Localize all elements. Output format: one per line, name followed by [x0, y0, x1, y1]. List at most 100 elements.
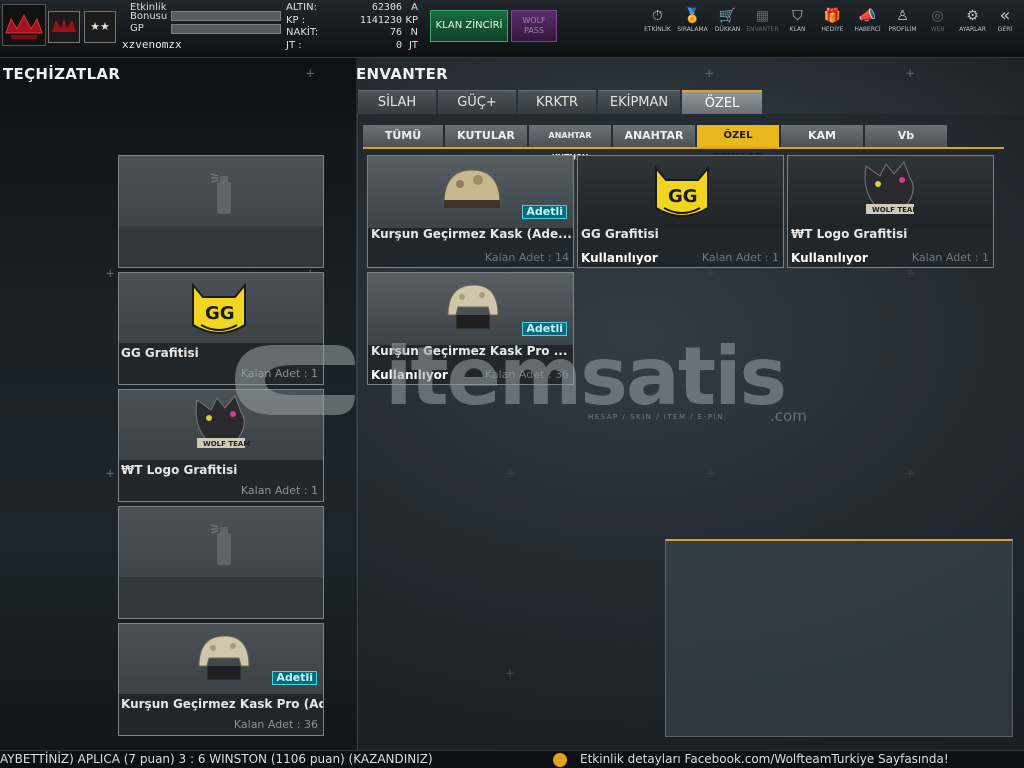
subtab-kam[interactable]: KAM	[781, 125, 863, 147]
slot-name: ₩T Logo Grafitisi	[121, 463, 238, 477]
subtab-tumu[interactable]: TÜMÜ	[363, 125, 443, 147]
nav-haberci[interactable]: 📣 HABERCİ	[850, 6, 885, 46]
nav-ayarlar[interactable]: ⚙ AYARLAR	[955, 6, 990, 46]
tab-ekipman[interactable]: EKİPMAN	[598, 90, 680, 114]
wolf-logo-icon: WOLF TEAM	[864, 161, 919, 214]
gp-bar	[171, 24, 281, 34]
nav-dukkan[interactable]: 🛒 DÜKKAN	[710, 6, 745, 46]
svg-text:GG: GG	[205, 303, 235, 324]
item-detail-panel	[665, 539, 1013, 737]
slot-lower	[119, 226, 323, 267]
info-icon	[553, 753, 567, 767]
nav-label: SIRALAMA	[677, 26, 708, 33]
decor-plus: +	[705, 66, 714, 82]
item-remaining: Kalan Adet : 1	[911, 251, 989, 264]
nav-label: AYARLAR	[959, 26, 986, 33]
subtab-anahtar[interactable]: ANAHTAR	[613, 125, 695, 147]
event-bonus-bar	[171, 11, 281, 21]
inventory-item[interactable]: Adetli Kurşun Geçirmez Kask (Ade... Kala…	[367, 155, 574, 268]
megaphone-icon: 📣	[858, 8, 877, 24]
back-chevron-icon: «	[999, 5, 1011, 26]
item-remaining: Kalan Adet : 1	[701, 251, 779, 264]
gp-label: GP	[130, 23, 144, 34]
watermark-domain: .com	[770, 407, 807, 425]
equipment-title: TEÇHİZATLAR	[3, 65, 121, 83]
subtab-kutular[interactable]: KUTULAR	[445, 125, 527, 147]
svg-text:WOLF TEAM: WOLF TEAM	[203, 440, 250, 448]
currency-unit: N	[410, 27, 418, 38]
gift-icon: 🎁	[823, 8, 842, 24]
nav-hediye[interactable]: 🎁 HEDİYE	[815, 6, 850, 46]
rank-emblem	[48, 11, 80, 43]
inventory-tabs: SİLAH GÜÇ+ KRKTR EKİPMAN ÖZEL	[358, 90, 764, 114]
currency-value: 76	[389, 27, 402, 38]
shield-icon: ⛉	[792, 8, 803, 24]
equipment-slot[interactable]	[118, 155, 324, 268]
currency-label: JT :	[286, 39, 302, 51]
tab-silah[interactable]: SİLAH	[358, 90, 436, 114]
equipment-slot[interactable]: Adetli Kurşun Geçirmez Kask Pro (Adetli)…	[118, 623, 324, 736]
currency-value: 0	[395, 39, 402, 51]
inventory-title: ENVANTER	[356, 65, 448, 83]
profile-icon: ♙	[896, 8, 909, 24]
tab-guc[interactable]: GÜÇ+	[438, 90, 516, 114]
item-name: GG Grafitisi	[581, 227, 659, 241]
nav-label: HABERCİ	[854, 26, 881, 33]
inventory-icon: ▦	[755, 8, 770, 24]
gg-graffiti-icon: GG	[655, 165, 709, 217]
currency-value: 62306	[371, 2, 402, 13]
currency-row: NAKİT: 76 N	[284, 27, 424, 40]
item-name: Kurşun Geçirmez Kask (Ade...	[371, 227, 572, 241]
nav-label: GERİ	[997, 26, 1013, 33]
currency-row: KP : 1141230 KP	[284, 15, 424, 28]
inventory-subtabs: TÜMÜ KUTULAR ANAHTAR KUTUSU ANAHTAR ÖZEL…	[363, 125, 949, 163]
nav-etkinlik[interactable]: ⏱ ETKİNLİK	[640, 6, 675, 46]
nav-label: WEB	[930, 26, 945, 33]
currency-unit: JT	[408, 39, 418, 51]
nav-label: HEDİYE	[821, 26, 844, 33]
inventory-item[interactable]: WOLF TEAM ₩T Logo Grafitisi Kullanılıyor…	[787, 155, 994, 268]
nav-klan[interactable]: ⛉ KLAN	[780, 6, 815, 46]
svg-text:GG: GG	[668, 186, 698, 207]
nav-geri[interactable]: «GERİ	[990, 6, 1020, 46]
equipment-slot[interactable]	[118, 506, 324, 619]
inventory-item[interactable]: GG GG Grafitisi Kullanılıyor Kalan Adet …	[577, 155, 784, 268]
nav-label: KLAN	[789, 26, 806, 33]
medal-icon: 🏅	[683, 8, 702, 24]
globe-icon: ◎	[931, 8, 944, 24]
main-nav: ⏱ ETKİNLİK 🏅 SIRALAMA 🛒 DÜKKAN ▦ ENVANTER ⛉ K…	[640, 6, 1020, 46]
watermark-logo-icon	[235, 345, 355, 415]
tab-ozel[interactable]: ÖZEL	[682, 90, 762, 114]
helmet-icon	[443, 169, 501, 208]
currency-panel: ALTIN: 62306 A KP : 1141230 KP NAKİT: 76 N JT …	[284, 2, 424, 56]
spray-can-icon	[210, 524, 231, 565]
clan-chain-button[interactable]: KLAN ZİNCİRİ	[430, 10, 508, 42]
nav-label: ETKİNLİK	[644, 26, 671, 33]
game-logo	[2, 4, 46, 46]
slot-remaining: Kalan Adet : 36	[233, 718, 318, 731]
subtab-ozel-esyalar[interactable]: ÖZEL EŞYALAR	[697, 125, 779, 163]
item-remaining: Kalan Adet : 14	[484, 251, 569, 264]
subtab-underline	[363, 147, 1004, 149]
svg-text:WOLF TEAM: WOLF TEAM	[872, 206, 919, 214]
nav-label: PROFİLİM	[888, 26, 917, 33]
currency-row: ALTIN: 62306 A	[284, 2, 424, 15]
gear-icon: ⚙	[966, 8, 979, 24]
watermark: itemsatis HESAP / SKIN / ITEM / E-PIN .c…	[215, 330, 815, 440]
subtab-vb[interactable]: Vb	[865, 125, 947, 147]
nav-envanter[interactable]: ▦ ENVANTER	[745, 6, 780, 46]
wolf-pass-button[interactable]: WOLF PASS	[511, 10, 557, 42]
adetli-badge: Adetli	[272, 671, 317, 685]
nav-web[interactable]: ◎ WEB	[920, 6, 955, 46]
tab-krktr[interactable]: KRKTR	[518, 90, 596, 114]
decor-plus: +	[906, 66, 915, 82]
subtab-anahtar-kutusu[interactable]: ANAHTAR KUTUSU	[529, 125, 611, 162]
watermark-text: itemsatis	[385, 330, 787, 423]
ticker-announcement: Etkinlik detayları Facebook.com/Wolfteam…	[580, 752, 949, 766]
rank-stars: ★★	[84, 11, 116, 43]
nav-profilim[interactable]: ♙ PROFİLİM	[885, 6, 920, 46]
decor-plus: +	[306, 66, 315, 82]
nav-siralama[interactable]: 🏅 SIRALAMA	[675, 6, 710, 46]
slot-name: Kurşun Geçirmez Kask Pro (Adetli)	[121, 697, 323, 711]
nav-label: DÜKKAN	[714, 26, 741, 33]
